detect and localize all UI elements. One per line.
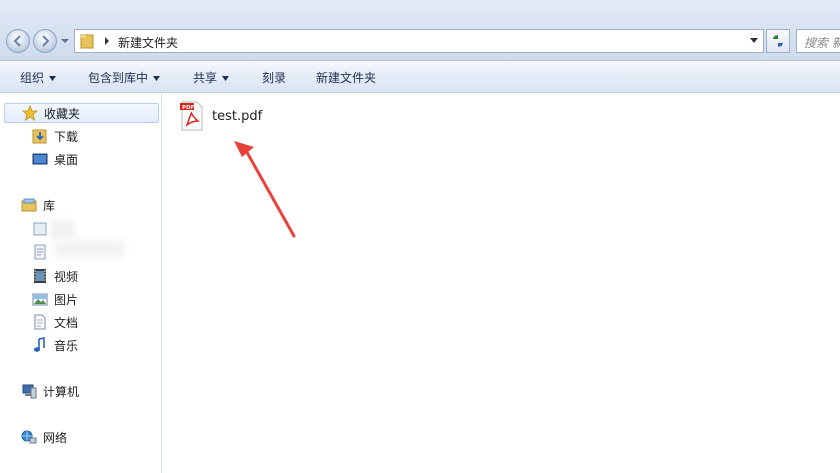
back-button[interactable] bbox=[6, 29, 30, 53]
sidebar-item-label: 桌面 bbox=[54, 152, 79, 167]
address-history-dropdown-icon[interactable] bbox=[749, 37, 759, 45]
sidebar-item-label: 下载 bbox=[54, 129, 79, 144]
sidebar-item-label: 收藏夹 bbox=[44, 106, 81, 121]
downloads-folder-icon bbox=[32, 129, 47, 144]
libraries-icon bbox=[21, 198, 37, 212]
blurred-label bbox=[50, 220, 74, 238]
video-library-icon bbox=[34, 269, 46, 283]
navigation-pane: 收藏夹 下载 桌面 库 视频 图片 文档 音乐 计算机 网络 bbox=[0, 93, 162, 473]
breadcrumb-separator-icon[interactable] bbox=[103, 36, 111, 46]
chevron-down-icon bbox=[222, 76, 230, 81]
sidebar-item-label: 视频 bbox=[54, 269, 79, 284]
address-box[interactable]: 新建文件夹 bbox=[74, 29, 764, 53]
file-item[interactable]: PDF test.pdf bbox=[180, 101, 262, 131]
sidebar-item-label: 图片 bbox=[54, 292, 79, 307]
sidebar-item-downloads[interactable]: 下载 bbox=[32, 126, 78, 146]
desktop-icon bbox=[32, 153, 48, 165]
sidebar-item-network[interactable]: 网络 bbox=[21, 427, 67, 447]
new-folder-button[interactable]: 新建文件夹 bbox=[316, 69, 376, 86]
sidebar-item-videos[interactable]: 视频 bbox=[32, 266, 78, 286]
sidebar-item-libraries[interactable]: 库 bbox=[21, 195, 55, 215]
sidebar-item-label: 计算机 bbox=[43, 384, 80, 399]
sidebar-item-documents[interactable]: 文档 bbox=[32, 312, 78, 332]
documents-library-icon bbox=[34, 314, 46, 330]
sidebar-item-label: 音乐 bbox=[54, 338, 79, 353]
sidebar-item-label: 库 bbox=[43, 198, 56, 213]
sidebar-item-music[interactable]: 音乐 bbox=[32, 335, 78, 355]
command-bar: 组织 包含到库中 共享 刻录 新建文件夹 bbox=[0, 61, 840, 93]
star-icon bbox=[22, 105, 38, 121]
share-menu-button[interactable]: 共享 bbox=[193, 69, 230, 86]
arrow-left-icon bbox=[13, 35, 21, 47]
refresh-button[interactable] bbox=[766, 29, 790, 53]
chevron-down-icon bbox=[49, 76, 57, 81]
folder-icon bbox=[80, 34, 94, 49]
music-note-icon bbox=[34, 337, 45, 352]
sidebar-item-favorites[interactable]: 收藏夹 bbox=[4, 103, 159, 123]
breadcrumb-current-folder[interactable]: 新建文件夹 bbox=[118, 34, 178, 51]
file-list-area[interactable]: PDF test.pdf bbox=[162, 93, 840, 473]
burn-button[interactable]: 刻录 bbox=[262, 69, 286, 86]
pdf-badge: PDF bbox=[182, 105, 195, 111]
sidebar-item-computer[interactable]: 计算机 bbox=[21, 381, 79, 401]
organize-label: 组织 bbox=[20, 71, 45, 85]
sidebar-item-label: 文档 bbox=[54, 315, 79, 330]
refresh-icon bbox=[773, 35, 783, 47]
network-icon bbox=[21, 430, 37, 444]
blurred-label bbox=[54, 240, 124, 258]
chevron-down-icon bbox=[153, 76, 161, 81]
computer-icon bbox=[22, 384, 37, 399]
pdf-file-icon: PDF bbox=[180, 101, 203, 131]
sidebar-item-desktop[interactable]: 桌面 bbox=[32, 149, 78, 169]
pictures-library-icon bbox=[32, 293, 48, 306]
include-in-library-label: 包含到库中 bbox=[88, 71, 149, 85]
sidebar-item-pictures[interactable]: 图片 bbox=[32, 289, 78, 309]
recent-pages-dropdown-icon[interactable] bbox=[60, 36, 70, 46]
blurred-library-icon[interactable] bbox=[32, 221, 48, 237]
file-name: test.pdf bbox=[212, 108, 263, 124]
sidebar-item-label: 网络 bbox=[43, 430, 68, 445]
forward-button[interactable] bbox=[33, 29, 57, 53]
search-input[interactable]: 搜索 新 bbox=[796, 29, 840, 53]
arrow-right-icon bbox=[42, 35, 50, 47]
blurred-library-icon[interactable] bbox=[32, 244, 48, 260]
organize-menu-button[interactable]: 组织 bbox=[20, 69, 57, 86]
include-in-library-button[interactable]: 包含到库中 bbox=[88, 69, 161, 86]
address-bar: 新建文件夹 搜索 新 bbox=[0, 0, 840, 61]
share-label: 共享 bbox=[193, 71, 218, 85]
red-arrow-annotation-icon bbox=[234, 141, 296, 238]
